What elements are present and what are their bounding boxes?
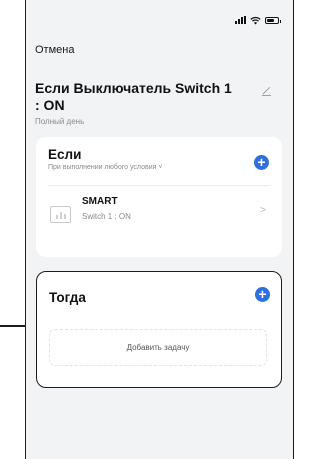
add-task-button[interactable]: Добавить задачу (49, 329, 267, 366)
add-condition-button[interactable]: + (254, 155, 269, 170)
divider (48, 185, 270, 186)
pencil-icon[interactable] (261, 85, 272, 96)
then-section-title: Тогда (49, 290, 86, 305)
device-icon (50, 206, 71, 223)
cancel-button[interactable]: Отмена (35, 44, 74, 56)
then-actions-card: Тогда + Добавить задачу (36, 271, 282, 388)
wifi-icon (250, 16, 261, 25)
signal-icon (235, 16, 246, 24)
condition-device-state: Switch 1 : ON (82, 212, 131, 221)
if-conditions-card: Если При выполнении любого условия ˅ + S… (36, 137, 282, 257)
add-action-button[interactable]: + (255, 287, 270, 302)
phone-frame: Отмена Если Выключатель Switch 1 : ON По… (25, 0, 294, 459)
rule-subtitle: Полный день (35, 117, 85, 126)
condition-device-name: SMART (82, 196, 118, 207)
screen: Отмена Если Выключатель Switch 1 : ON По… (0, 0, 296, 459)
condition-mode-dropdown[interactable]: При выполнении любого условия ˅ (48, 164, 162, 171)
if-section-title: Если (48, 147, 82, 162)
rule-title: Если Выключатель Switch 1 : ON (35, 80, 232, 113)
status-bar (26, 0, 293, 40)
battery-icon (265, 16, 281, 24)
chevron-right-icon: > (260, 205, 266, 216)
